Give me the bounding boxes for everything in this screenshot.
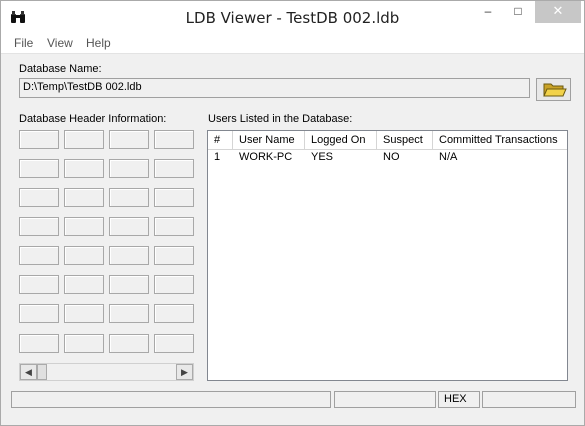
header-cell — [64, 217, 104, 236]
browse-button[interactable] — [536, 78, 571, 101]
header-cell — [64, 130, 104, 149]
header-cell — [64, 159, 104, 178]
header-cell — [64, 304, 104, 323]
status-panel-mode: HEX — [438, 391, 480, 408]
column-header-number[interactable]: # — [208, 131, 233, 149]
header-cell — [154, 304, 194, 323]
column-header-user-name[interactable]: User Name — [233, 131, 305, 149]
row-suspect: NO — [383, 151, 400, 163]
row-user-name: WORK-PC — [239, 151, 293, 163]
menu-file[interactable]: File — [14, 36, 33, 50]
folder-open-icon — [543, 83, 567, 97]
header-cell — [19, 246, 59, 265]
maximize-button[interactable]: □ — [503, 1, 533, 23]
users-label: Users Listed in the Database: — [208, 113, 353, 125]
header-cell — [154, 159, 194, 178]
header-cell — [19, 188, 59, 207]
status-panel-main — [11, 391, 331, 408]
scroll-thumb[interactable] — [37, 364, 47, 380]
header-info-grid — [19, 130, 194, 355]
header-cell — [109, 217, 149, 236]
header-cell — [64, 246, 104, 265]
menu-bar: File View Help — [1, 33, 584, 54]
column-header-suspect[interactable]: Suspect — [377, 131, 433, 149]
header-cell — [109, 130, 149, 149]
header-cell — [19, 159, 59, 178]
header-cell — [154, 188, 194, 207]
header-cell — [19, 334, 59, 353]
header-cell — [154, 246, 194, 265]
horizontal-scrollbar[interactable]: ◀ ▶ — [19, 363, 194, 381]
users-list-header: # User Name Logged On Suspect Committed … — [208, 131, 567, 150]
header-cell — [64, 188, 104, 207]
header-cell — [19, 217, 59, 236]
header-cell — [64, 334, 104, 353]
header-cell — [19, 130, 59, 149]
column-header-committed-transactions[interactable]: Committed Transactions — [433, 131, 567, 149]
header-cell — [109, 246, 149, 265]
header-cell — [109, 304, 149, 323]
column-header-logged-on[interactable]: Logged On — [305, 131, 377, 149]
header-cell — [19, 304, 59, 323]
status-bar: HEX — [1, 391, 584, 409]
header-cell — [154, 130, 194, 149]
status-panel-extra — [482, 391, 576, 408]
header-cell — [109, 334, 149, 353]
menu-help[interactable]: Help — [86, 36, 111, 50]
header-cell — [154, 275, 194, 294]
menu-view[interactable]: View — [47, 36, 73, 50]
close-button[interactable]: ✕ — [535, 1, 581, 23]
row-committed-transactions: N/A — [439, 151, 458, 163]
database-name-label: Database Name: — [19, 63, 102, 75]
header-cell — [109, 275, 149, 294]
header-cell — [19, 275, 59, 294]
header-cell — [109, 159, 149, 178]
status-panel-info — [334, 391, 436, 408]
header-cell — [154, 217, 194, 236]
users-list[interactable]: # User Name Logged On Suspect Committed … — [207, 130, 568, 381]
scroll-right-icon[interactable]: ▶ — [176, 364, 193, 380]
row-logged-on: YES — [311, 151, 334, 163]
app-window: LDB Viewer - TestDB 002.ldb – □ ✕ File V… — [0, 0, 585, 426]
minimize-button[interactable]: – — [473, 1, 503, 23]
scroll-left-icon[interactable]: ◀ — [20, 364, 37, 380]
header-cell — [154, 334, 194, 353]
title-bar[interactable]: LDB Viewer - TestDB 002.ldb – □ ✕ — [1, 1, 584, 33]
table-row[interactable]: 1 WORK-PC YES NO N/A — [208, 150, 567, 164]
database-path-field[interactable]: D:\Temp\TestDB 002.ldb — [19, 78, 530, 98]
header-cell — [64, 275, 104, 294]
row-number: 1 — [214, 151, 221, 163]
header-info-label: Database Header Information: — [19, 113, 167, 125]
header-cell — [109, 188, 149, 207]
